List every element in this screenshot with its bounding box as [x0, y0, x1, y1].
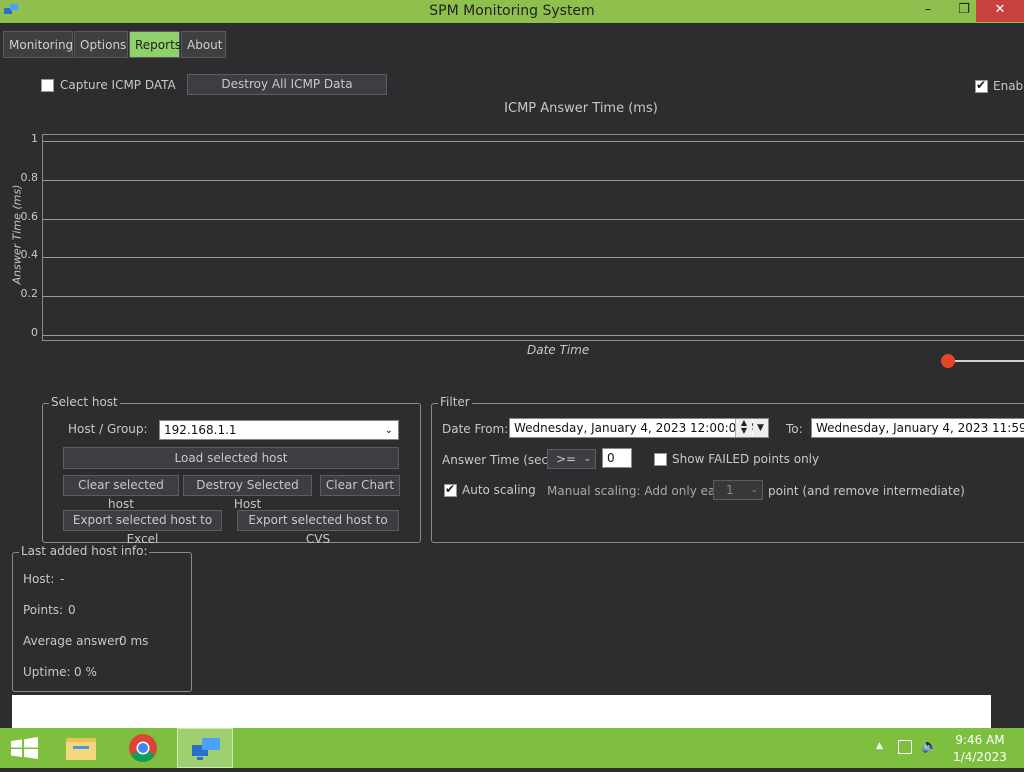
manual-scaling-label: Manual scaling: Add only each [547, 484, 730, 498]
chart-gridline [43, 335, 1024, 336]
host-info-host-value: - [60, 572, 65, 586]
zoom-slider-track[interactable] [948, 360, 1024, 362]
manual-scaling-select[interactable]: 1 ⌄ [713, 480, 763, 500]
chevron-down-icon: ⌄ [384, 425, 393, 436]
chart-gridline [43, 296, 1024, 298]
date-spinner[interactable]: ▲ ▼ [735, 419, 752, 437]
show-failed-checkbox[interactable] [654, 453, 667, 466]
y-tick-label: 0 [31, 326, 38, 339]
y-tick-label: 0.8 [20, 170, 39, 184]
host-info-avg-value: 0 ms [119, 634, 149, 648]
destroy-selected-host-button[interactable]: Destroy Selected Host [183, 475, 312, 511]
zoom-slider-thumb[interactable] [941, 354, 955, 368]
host-info-points-label: Points: [23, 603, 64, 617]
network-icon[interactable] [898, 740, 912, 754]
manual-scaling-value: 1 [726, 483, 734, 497]
y-tick-label: 0.4 [20, 248, 39, 262]
capture-icmp-checkbox[interactable] [41, 79, 54, 92]
start-button[interactable] [0, 728, 50, 768]
auto-scaling-checkbox[interactable] [444, 482, 457, 497]
maximize-button[interactable]: ❐ [951, 0, 977, 22]
title-bar: SPM Monitoring System – ❐ ✕ [0, 0, 1024, 23]
volume-icon[interactable]: 🔈 [921, 738, 938, 754]
chart-plot-area [42, 134, 1024, 341]
date-from-label: Date From: [442, 422, 509, 436]
tab-about[interactable]: About [181, 31, 226, 58]
chart-gridline [43, 141, 1024, 142]
enable-checkbox[interactable] [975, 78, 988, 93]
taskbar: ▲ 🔈 9:46 AM 1/4/2023 [0, 728, 1024, 768]
clear-selected-host-button[interactable]: Clear selected host [63, 475, 179, 511]
filter-legend: Filter [438, 395, 472, 409]
host-info-legend: Last added host info: [19, 544, 150, 558]
tray-expand-icon[interactable]: ▲ [876, 741, 883, 751]
host-info-uptime-value: 0 % [74, 665, 97, 679]
status-strip [12, 695, 991, 728]
host-group-value: 192.168.1.1 [164, 423, 237, 437]
auto-scaling-label: Auto scaling [462, 483, 536, 497]
host-group-select[interactable]: 192.168.1.1 ⌄ [159, 420, 399, 440]
chart-title: ICMP Answer Time (ms) [504, 101, 658, 116]
chevron-down-icon: ⌄ [583, 454, 591, 464]
y-axis-label: Answer Time (ms) [10, 184, 24, 285]
chrome-taskbar-icon[interactable] [115, 728, 171, 768]
y-tick-label: 0.2 [20, 287, 39, 301]
windows-logo-icon [11, 737, 38, 759]
export-excel-button[interactable]: Export selected host to Excel [63, 510, 222, 546]
export-cvs-button[interactable]: Export selected host to CVS [237, 510, 399, 546]
calendar-dropdown-icon[interactable]: ▼ [753, 419, 768, 437]
host-info-avg-label: Average answer: [23, 634, 124, 648]
answer-time-input[interactable]: 0 [602, 448, 632, 468]
host-info-uptime-label: Uptime: [23, 665, 71, 679]
chart-gridline [43, 257, 1024, 259]
destroy-all-icmp-button[interactable]: Destroy All ICMP Data [187, 74, 387, 95]
y-tick-label: 0.6 [20, 209, 39, 223]
date-from-value: Wednesday, January 4, 2023 12:00:00 AM [514, 421, 767, 435]
minimize-button[interactable]: – [905, 0, 951, 22]
clock-time[interactable]: 9:46 AM [945, 733, 1015, 747]
tab-options[interactable]: Options [74, 31, 128, 58]
close-button[interactable]: ✕ [976, 0, 1024, 22]
chart-gridline [43, 218, 1024, 220]
spm-taskbar-icon[interactable] [177, 728, 233, 768]
show-failed-label: Show FAILED points only [672, 452, 820, 466]
chevron-down-icon: ⌄ [750, 485, 758, 495]
enable-label: Enabl [993, 79, 1024, 93]
y-tick-label: 1 [31, 132, 38, 145]
select-host-legend: Select host [49, 395, 120, 409]
host-group-label: Host / Group: [68, 422, 148, 436]
operator-select[interactable]: >= ⌄ [547, 449, 596, 469]
clock-date[interactable]: 1/4/2023 [945, 750, 1015, 764]
clear-chart-button[interactable]: Clear Chart [320, 475, 400, 496]
date-from-picker[interactable]: Wednesday, January 4, 2023 12:00:00 AM [509, 418, 769, 438]
date-to-picker[interactable]: Wednesday, January 4, 2023 11:59:59 PM [811, 418, 1024, 438]
x-axis-label: Date Time [527, 343, 590, 357]
manual-scaling-suffix: point (and remove intermediate) [768, 484, 965, 498]
capture-icmp-label: Capture ICMP DATA [60, 78, 176, 92]
chart-gridline [43, 179, 1024, 181]
host-info-host-label: Host: [23, 572, 55, 586]
operator-value: >= [556, 452, 577, 466]
tab-monitoring[interactable]: Monitoring [3, 31, 73, 58]
host-info-points-value: 0 [68, 603, 76, 617]
tab-reports[interactable]: Reports [129, 31, 181, 58]
window-title: SPM Monitoring System [429, 3, 595, 19]
file-explorer-taskbar-icon[interactable] [53, 728, 109, 768]
date-to-value: Wednesday, January 4, 2023 11:59:59 PM [816, 421, 1024, 435]
date-to-label: To: [786, 422, 803, 436]
load-selected-host-button[interactable]: Load selected host [63, 447, 399, 469]
answer-time-label: Answer Time (sec) [442, 453, 553, 467]
